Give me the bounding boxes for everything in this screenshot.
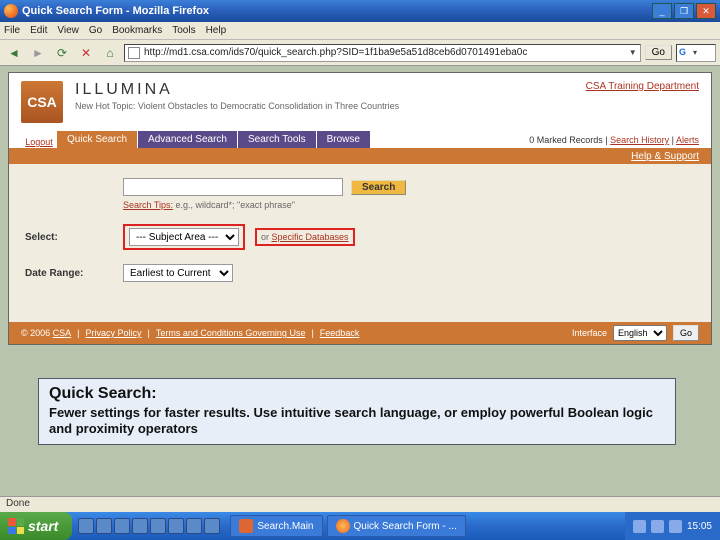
- tab-advanced-search[interactable]: Advanced Search: [138, 131, 237, 148]
- search-button[interactable]: Search: [351, 180, 406, 195]
- tray-icon-3[interactable]: [669, 520, 682, 533]
- feedback-link[interactable]: Feedback: [320, 328, 360, 338]
- address-bar[interactable]: http://md1.csa.com/ids70/quick_search.ph…: [124, 44, 641, 62]
- menu-file[interactable]: File: [4, 25, 20, 36]
- select-label: Select:: [23, 232, 113, 243]
- alerts-link[interactable]: Alerts: [676, 135, 699, 145]
- stop-button[interactable]: ✕: [76, 43, 96, 63]
- taskbar-item-firefox[interactable]: Quick Search Form - ...: [327, 515, 466, 537]
- firefox-task-icon: [336, 519, 350, 533]
- hot-topic-text: New Hot Topic: Violent Obstacles to Demo…: [75, 101, 574, 113]
- date-range-select[interactable]: Earliest to Current: [123, 264, 233, 282]
- back-button[interactable]: ◄: [4, 43, 24, 63]
- search-form: Search Search Tips: e.g., wildcard*; "ex…: [9, 164, 711, 322]
- csa-logo: CSA: [21, 81, 63, 123]
- clock: 15:05: [687, 521, 712, 532]
- tab-search-tools[interactable]: Search Tools: [238, 131, 316, 148]
- google-icon: G: [679, 47, 691, 59]
- windows-logo-icon: [8, 518, 24, 534]
- url-dropdown-icon[interactable]: ▼: [629, 48, 637, 57]
- menu-help[interactable]: Help: [206, 25, 227, 36]
- tab-bar: Logout Quick Search Advanced Search Sear…: [9, 131, 711, 148]
- menu-bookmarks[interactable]: Bookmarks: [112, 25, 162, 36]
- annotation-body: Fewer settings for faster results. Use i…: [49, 405, 665, 438]
- menu-view[interactable]: View: [57, 25, 79, 36]
- maximize-button[interactable]: ❐: [674, 3, 694, 19]
- menu-go[interactable]: Go: [89, 25, 102, 36]
- windows-taskbar: start Search.Main Quick Search Form - ..…: [0, 512, 720, 540]
- ql-icon-8[interactable]: [204, 518, 220, 534]
- training-link[interactable]: CSA Training Department: [586, 81, 699, 92]
- ql-icon-5[interactable]: [150, 518, 166, 534]
- logout-link[interactable]: Logout: [25, 137, 53, 147]
- start-button[interactable]: start: [0, 512, 72, 540]
- browser-toolbar: ◄ ► ⟳ ✕ ⌂ http://md1.csa.com/ids70/quick…: [0, 40, 720, 66]
- ql-icon-7[interactable]: [186, 518, 202, 534]
- go-button[interactable]: Go: [645, 45, 672, 60]
- page-footer: © 2006 CSA | Privacy Policy | Terms and …: [9, 322, 711, 344]
- privacy-link[interactable]: Privacy Policy: [86, 328, 142, 338]
- forward-button[interactable]: ►: [28, 43, 48, 63]
- browser-statusbar: Done: [0, 496, 720, 512]
- home-button[interactable]: ⌂: [100, 43, 120, 63]
- ql-icon-1[interactable]: [78, 518, 94, 534]
- language-select[interactable]: English: [613, 325, 667, 341]
- tab-browse[interactable]: Browse: [317, 131, 370, 148]
- search-history-link[interactable]: Search History: [610, 135, 669, 145]
- interface-go-button[interactable]: Go: [673, 325, 699, 341]
- minimize-button[interactable]: _: [652, 3, 672, 19]
- copyright: © 2006 CSA: [21, 328, 71, 338]
- search-tips-link[interactable]: Search Tips:: [123, 200, 173, 210]
- ql-icon-6[interactable]: [168, 518, 184, 534]
- csa-link[interactable]: CSA: [53, 328, 72, 338]
- marked-records: 0 Marked Records: [529, 135, 603, 145]
- tray-icon-1[interactable]: [633, 520, 646, 533]
- taskbar-item-powerpoint[interactable]: Search.Main: [230, 515, 322, 537]
- menu-edit[interactable]: Edit: [30, 25, 47, 36]
- tray-icon-2[interactable]: [651, 520, 664, 533]
- browser-menubar: File Edit View Go Bookmarks Tools Help: [0, 22, 720, 40]
- search-tips-text: e.g., wildcard*; "exact phrase": [173, 200, 295, 210]
- tab-quick-search[interactable]: Quick Search: [57, 131, 137, 148]
- page-content: CSA ILLUMINA New Hot Topic: Violent Obst…: [8, 72, 712, 345]
- specific-databases-link[interactable]: Specific Databases: [272, 232, 349, 242]
- highlight-subject-area: --- Subject Area ---: [123, 224, 245, 250]
- window-titlebar: Quick Search Form - Mozilla Firefox _ ❐ …: [0, 0, 720, 22]
- interface-label: Interface: [572, 328, 607, 338]
- terms-link[interactable]: Terms and Conditions Governing Use: [156, 328, 306, 338]
- firefox-icon: [4, 4, 18, 18]
- subject-area-select[interactable]: --- Subject Area ---: [129, 228, 239, 246]
- ql-icon-4[interactable]: [132, 518, 148, 534]
- annotation-title: Quick Search:: [49, 385, 665, 403]
- page-icon: [128, 47, 140, 59]
- help-support-link[interactable]: Help & Support: [631, 151, 699, 162]
- ql-icon-3[interactable]: [114, 518, 130, 534]
- quick-launch: [72, 518, 226, 534]
- reload-button[interactable]: ⟳: [52, 43, 72, 63]
- highlight-specific-db: or Specific Databases: [255, 228, 355, 246]
- window-title: Quick Search Form - Mozilla Firefox: [22, 5, 652, 17]
- ql-icon-2[interactable]: [96, 518, 112, 534]
- url-text: http://md1.csa.com/ids70/quick_search.ph…: [144, 47, 527, 58]
- system-tray: 15:05: [625, 512, 720, 540]
- close-button[interactable]: ✕: [696, 3, 716, 19]
- browser-search-box[interactable]: G▾: [676, 44, 716, 62]
- section-bar: Help & Support: [9, 148, 711, 164]
- powerpoint-icon: [239, 519, 253, 533]
- brand-title: ILLUMINA: [75, 81, 574, 99]
- date-range-label: Date Range:: [23, 268, 113, 279]
- search-input[interactable]: [123, 178, 343, 196]
- annotation-box: Quick Search: Fewer settings for faster …: [38, 378, 676, 445]
- menu-tools[interactable]: Tools: [172, 25, 195, 36]
